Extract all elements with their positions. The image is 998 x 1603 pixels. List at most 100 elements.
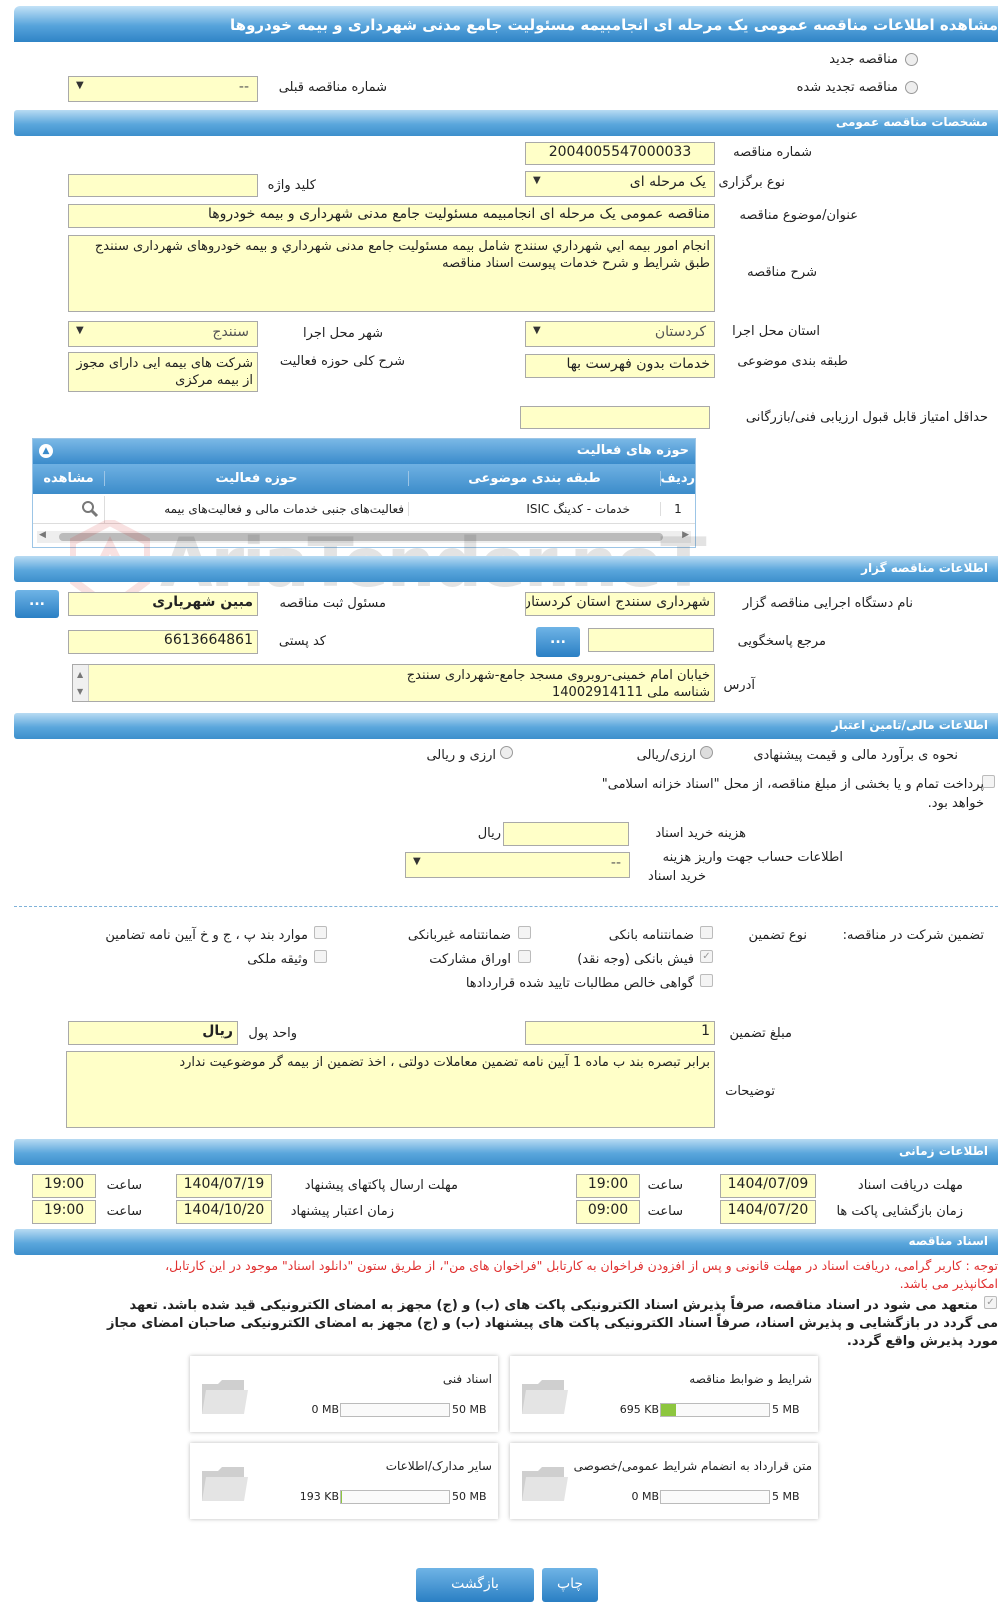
estimate-opt2-label: ارزی و ریالی xyxy=(426,748,496,763)
notes-area: برابر تبصره بند ب ماده 1 آیین نامه تضمین… xyxy=(66,1051,715,1128)
address-label: آدرس xyxy=(723,678,755,693)
scrollbar-thumb[interactable] xyxy=(59,533,663,541)
g-items-checkbox[interactable] xyxy=(314,926,327,939)
estimate-opt2-radio[interactable] xyxy=(500,746,513,759)
valid-label: زمان اعتبار پیشنهاد xyxy=(290,1204,394,1219)
doc-cost-unit: ریال xyxy=(477,826,501,841)
prev-tender-no-value: -- xyxy=(238,79,249,95)
notice-line-1: توجه : کاربر گرامی، دریافت اسناد در مهلت… xyxy=(165,1258,998,1273)
col-activity: حوزه فعالیت xyxy=(105,471,409,486)
col-category: طبقه بندی موضوعی xyxy=(409,471,661,486)
registrar-field: مبین شهریاری xyxy=(68,592,258,616)
tender-no-field: 2004005547000033 xyxy=(525,142,715,165)
g-claims-checkbox[interactable] xyxy=(700,974,713,987)
doc-title: متن قرارداد به انضمام شرایط عمومی/خصوصی xyxy=(573,1459,812,1473)
province-label: استان محل اجرا xyxy=(732,324,820,339)
section-financial: اطلاعات مالی/تامین اعتبار xyxy=(14,713,998,739)
estimate-opt1-radio[interactable] xyxy=(700,746,713,759)
chevron-down-icon: ▼ xyxy=(413,856,421,867)
doc-current-size: 0 MB xyxy=(631,1490,659,1503)
reference-field xyxy=(588,628,714,652)
postal-code-field: 6613664861 xyxy=(68,630,258,654)
doc-title: اسناد فنی xyxy=(442,1372,492,1386)
amount-field: 1 xyxy=(525,1021,715,1045)
type-label: نوع برگزاری xyxy=(718,175,785,190)
horizontal-scrollbar[interactable]: ◀ ▶ xyxy=(37,530,691,543)
section-time: اطلاعات زمانی xyxy=(14,1139,998,1165)
g-nonbank-checkbox[interactable] xyxy=(518,926,531,939)
min-score-field xyxy=(520,406,710,429)
g-property-label: وثیقه ملکی xyxy=(247,952,308,967)
doc-progress-bar xyxy=(340,1403,450,1417)
doc-card[interactable]: سایر مدارک/اطلاعات 50 MB 193 KB xyxy=(190,1443,498,1519)
collapse-icon[interactable]: ▲ xyxy=(39,444,53,458)
subject-label: عنوان/موضوع مناقصه xyxy=(739,208,858,223)
tender-renewed-radio[interactable] xyxy=(905,81,918,94)
doc-progress-bar xyxy=(340,1490,450,1504)
city-select[interactable]: سنندج ▼ xyxy=(68,321,258,347)
org-field: شهرداری سنندج استان کردستان xyxy=(525,592,715,616)
reference-lookup-button[interactable]: ... xyxy=(536,627,580,657)
description-label: شرح مناقصه xyxy=(747,265,817,280)
open-time: 09:00 xyxy=(576,1200,640,1224)
province-value: کردستان xyxy=(654,324,706,340)
estimate-label: نحوه ی برآورد مالی و قیمت پیشنهادی xyxy=(753,748,958,763)
row-index: 1 xyxy=(674,502,682,516)
registrar-lookup-button[interactable]: ... xyxy=(15,590,59,618)
folder-icon xyxy=(202,1467,248,1501)
scroll-right-icon[interactable]: ▶ xyxy=(682,530,689,540)
province-select[interactable]: کردستان ▼ xyxy=(525,321,715,347)
g-items-label: موارد بند پ ، ج و خ آیین نامه تضامین xyxy=(105,928,308,943)
g-nonbank-label: ضمانتنامه غیربانکی xyxy=(407,928,511,943)
doc-card[interactable]: متن قرارداد به انضمام شرایط عمومی/خصوصی … xyxy=(510,1443,818,1519)
send-deadline-label: مهلت ارسال پاکتهای پیشنهاد xyxy=(304,1178,458,1193)
back-button[interactable]: بازگشت xyxy=(416,1568,534,1602)
commit-line-2: می گردد در بازگشایی و پذیرش اسناد، صرفاً… xyxy=(107,1316,998,1331)
tender-new-radio[interactable] xyxy=(905,53,918,66)
magnifier-icon[interactable] xyxy=(81,500,99,518)
account-value: -- xyxy=(610,855,621,871)
treasury-text-1: پرداخت تمام و یا بخشی از مبلغ مناقصه، از… xyxy=(601,777,984,792)
registrar-label: مسئول ثبت مناقصه xyxy=(279,596,386,611)
g-cash-checkbox[interactable]: ✓ xyxy=(700,950,713,963)
send-deadline-date: 1404/07/19 xyxy=(176,1174,272,1198)
col-row: ردیف xyxy=(660,471,695,486)
doc-card[interactable]: اسناد فنی 50 MB 0 MB xyxy=(190,1356,498,1432)
commit-line-1: متعهد می شود در اسناد مناقصه، صرفاً پذیر… xyxy=(129,1298,978,1313)
doc-cost-field xyxy=(503,822,629,846)
type-select[interactable]: یک مرحله ای ▼ xyxy=(525,171,715,197)
activity-table-header: ردیف طبقه بندی موضوعی حوزه فعالیت مشاهده xyxy=(33,464,695,494)
g-bonds-checkbox[interactable] xyxy=(518,950,531,963)
type-value: یک مرحله ای xyxy=(629,174,706,190)
time-label: ساعت xyxy=(647,1178,683,1193)
activity-panel-header: حوزه های فعالیت ▲ xyxy=(33,439,695,464)
print-button[interactable]: چاپ xyxy=(542,1568,598,1602)
estimate-opt1-label: ارزی/ریالی xyxy=(636,748,696,763)
amount-label: مبلغ تضمین xyxy=(729,1026,792,1041)
account-select[interactable]: -- ▼ xyxy=(405,852,630,878)
doc-progress-bar xyxy=(660,1490,770,1504)
description-area: انجام امور بیمه ایي شهرداري سنندج شامل ب… xyxy=(68,235,715,312)
commit-checkbox[interactable]: ✓ xyxy=(984,1296,997,1309)
page-title: مشاهده اطلاعات مناقصه عمومی یک مرحله ای … xyxy=(14,6,998,42)
chevron-down-icon: ▼ xyxy=(533,325,541,336)
prev-tender-no-select[interactable]: -- ▼ xyxy=(68,76,258,102)
doc-card[interactable]: شرایط و ضوابط مناقصه 5 MB 695 KB xyxy=(510,1356,818,1432)
g-bank-checkbox[interactable] xyxy=(700,926,713,939)
keyword-field[interactable] xyxy=(68,174,258,197)
chevron-down-icon: ▼ xyxy=(76,80,84,91)
open-date: 1404/07/20 xyxy=(720,1200,816,1224)
g-bank-label: ضمانتنامه بانکی xyxy=(608,928,694,943)
doc-deadline-date: 1404/07/09 xyxy=(720,1174,816,1198)
section-general: مشخصات مناقصه عمومی xyxy=(14,110,998,136)
g-cash-label: فیش بانکی (وجه نقد) xyxy=(577,952,694,967)
scroll-left-icon[interactable]: ◀ xyxy=(39,530,46,540)
valid-time: 19:00 xyxy=(32,1200,96,1224)
g-property-checkbox[interactable] xyxy=(314,950,327,963)
folder-icon xyxy=(522,1380,568,1414)
guarantee-label: تضمین شرکت در مناقصه: xyxy=(842,928,984,943)
activity-desc-area: شرکت های بیمه ایی دارای مجوز از بیمه مرک… xyxy=(68,352,258,392)
doc-deadline-label: مهلت دریافت اسناد xyxy=(857,1178,963,1193)
folder-icon xyxy=(522,1467,568,1501)
address-scrollbar[interactable]: ▲ ▼ xyxy=(73,665,89,701)
